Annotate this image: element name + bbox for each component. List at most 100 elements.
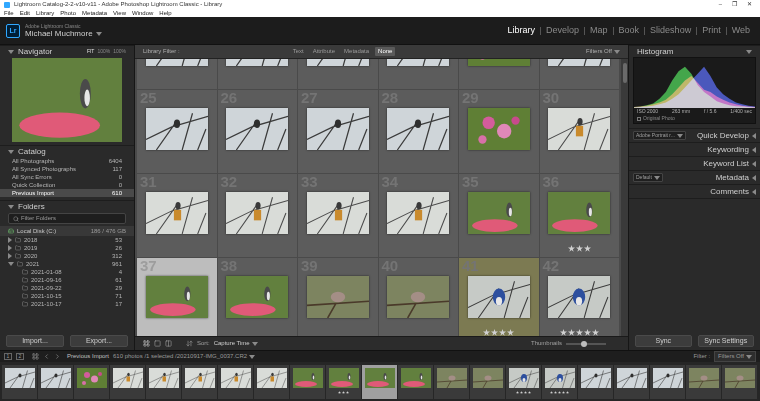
module-tab[interactable]: Book [619, 24, 640, 38]
menu-item[interactable]: File [4, 9, 14, 17]
star-rating[interactable] [560, 329, 599, 336]
photo-thumbnail[interactable] [12, 58, 122, 142]
photo-thumbnail[interactable] [468, 192, 530, 234]
compare-view-icon[interactable] [165, 340, 172, 347]
dropdown-icon[interactable] [249, 355, 255, 359]
filter-option[interactable]: None [375, 47, 395, 56]
photo-thumbnail[interactable] [226, 108, 288, 150]
window-page-button[interactable]: 2 [16, 353, 24, 360]
photo-thumbnail[interactable] [548, 276, 610, 318]
right-panel-section[interactable]: Adobe Portrait r...Quick Develop [629, 128, 760, 142]
original-photo-checkbox[interactable] [637, 117, 641, 121]
photo-thumbnail[interactable] [725, 368, 755, 388]
filmstrip-thumbnail[interactable] [470, 365, 505, 399]
original-photo-row[interactable]: Original Photo [634, 115, 755, 123]
folder-expand-icon[interactable] [8, 245, 12, 251]
collapse-icon[interactable] [752, 175, 756, 181]
grid-cell[interactable] [298, 59, 378, 89]
panel-header[interactable]: Folders [0, 200, 134, 212]
photo-thumbnail[interactable] [468, 108, 530, 150]
module-tab[interactable]: Print [702, 24, 721, 38]
loupe-view-icon[interactable] [154, 340, 161, 347]
grid-cell[interactable]: 25 [137, 90, 217, 173]
photo-thumbnail[interactable] [41, 368, 71, 388]
photo-thumbnail[interactable] [226, 276, 288, 318]
photo-thumbnail[interactable] [77, 368, 107, 388]
menu-item[interactable]: Library [36, 9, 54, 17]
filmstrip-thumbnail[interactable] [362, 365, 397, 399]
catalog-item[interactable]: All Sync Errors0 [0, 173, 134, 181]
sync-button[interactable]: Sync Settings [698, 335, 755, 348]
collapse-icon[interactable] [8, 50, 14, 54]
folder-item[interactable]: 2021-10-1571 [0, 292, 134, 300]
star-rating[interactable] [483, 329, 514, 336]
photo-thumbnail[interactable] [5, 368, 35, 388]
photo-thumbnail[interactable] [307, 276, 369, 318]
module-tab[interactable]: Library [508, 24, 536, 38]
module-tab[interactable]: Develop [546, 24, 579, 38]
collapse-icon[interactable] [752, 147, 756, 153]
collapse-icon[interactable] [8, 205, 14, 209]
menu-item[interactable]: Photo [60, 9, 76, 17]
filmstrip-thumbnail[interactable] [146, 365, 181, 399]
filmstrip-thumbnail[interactable] [326, 365, 361, 399]
folder-item[interactable]: 2021-09-1661 [0, 276, 134, 284]
photo-thumbnail[interactable] [653, 368, 683, 388]
grid-cell[interactable]: 29 [459, 90, 539, 173]
folder-expand-icon[interactable] [8, 253, 12, 259]
collapse-icon[interactable] [746, 50, 752, 54]
star-rating[interactable] [338, 389, 349, 396]
user-caret-icon[interactable] [96, 32, 102, 36]
filter-option[interactable]: Metadata [341, 47, 372, 56]
zoom-option[interactable]: 100% [97, 48, 110, 56]
filmstrip-filter[interactable]: Filters Off [714, 351, 756, 362]
folder-item[interactable]: 201926 [0, 244, 134, 252]
folder-expand-icon[interactable] [8, 262, 14, 266]
photo-thumbnail[interactable] [226, 192, 288, 234]
grid-cell[interactable]: 26 [218, 90, 298, 173]
grid-cell[interactable]: 32 [218, 174, 298, 257]
grid-cell[interactable]: 27 [298, 90, 378, 173]
photo-thumbnail[interactable] [689, 368, 719, 388]
zoom-option[interactable]: FIT [87, 48, 95, 56]
right-panel-section[interactable]: Keyword List [629, 156, 760, 170]
photo-thumbnail[interactable] [226, 59, 288, 66]
dropdown-icon[interactable] [654, 176, 660, 180]
photo-thumbnail[interactable] [257, 368, 287, 388]
filmstrip-thumbnail[interactable] [74, 365, 109, 399]
grid-cell[interactable] [540, 59, 620, 89]
photo-thumbnail[interactable] [146, 276, 208, 318]
preset-dropdown[interactable]: Default [633, 173, 663, 183]
photo-thumbnail[interactable] [146, 108, 208, 150]
photo-thumbnail[interactable] [581, 368, 611, 388]
grid-cell[interactable]: 34 [379, 174, 459, 257]
catalog-item[interactable]: All Photographs6404 [0, 157, 134, 165]
module-tab[interactable]: Slideshow [650, 24, 691, 38]
grid-cell[interactable] [459, 59, 539, 89]
dropdown-icon[interactable] [677, 134, 683, 138]
sync-button[interactable]: Sync [635, 335, 692, 348]
right-panel-section[interactable]: DefaultMetadata [629, 170, 760, 184]
sort-direction-icon[interactable] [186, 340, 193, 347]
photo-thumbnail[interactable] [401, 368, 431, 388]
photo-thumbnail[interactable] [387, 108, 449, 150]
filmstrip-thumbnail[interactable] [398, 365, 433, 399]
photo-thumbnail[interactable] [113, 368, 143, 388]
user-menu[interactable]: Michael Muchmore [25, 29, 102, 38]
panel-header[interactable]: NavigatorFIT100%100% [0, 45, 134, 57]
photo-thumbnail[interactable] [468, 276, 530, 318]
window-control-button[interactable]: ✕ [747, 0, 752, 9]
filmstrip-thumbnail[interactable] [434, 365, 469, 399]
grid-cell[interactable] [137, 59, 217, 89]
photo-thumbnail[interactable] [617, 368, 647, 388]
grid-cell[interactable] [218, 59, 298, 89]
thumbnail-size-slider[interactable] [566, 343, 606, 345]
filmstrip-thumbnail[interactable] [290, 365, 325, 399]
filmstrip-thumbnail[interactable] [182, 365, 217, 399]
slider-knob[interactable] [581, 341, 587, 347]
grid-cell[interactable]: 33 [298, 174, 378, 257]
photo-thumbnail[interactable] [387, 192, 449, 234]
filmstrip-thumbnail[interactable] [614, 365, 649, 399]
filmstrip-thumbnail[interactable] [686, 365, 721, 399]
photo-thumbnail[interactable] [468, 59, 530, 66]
